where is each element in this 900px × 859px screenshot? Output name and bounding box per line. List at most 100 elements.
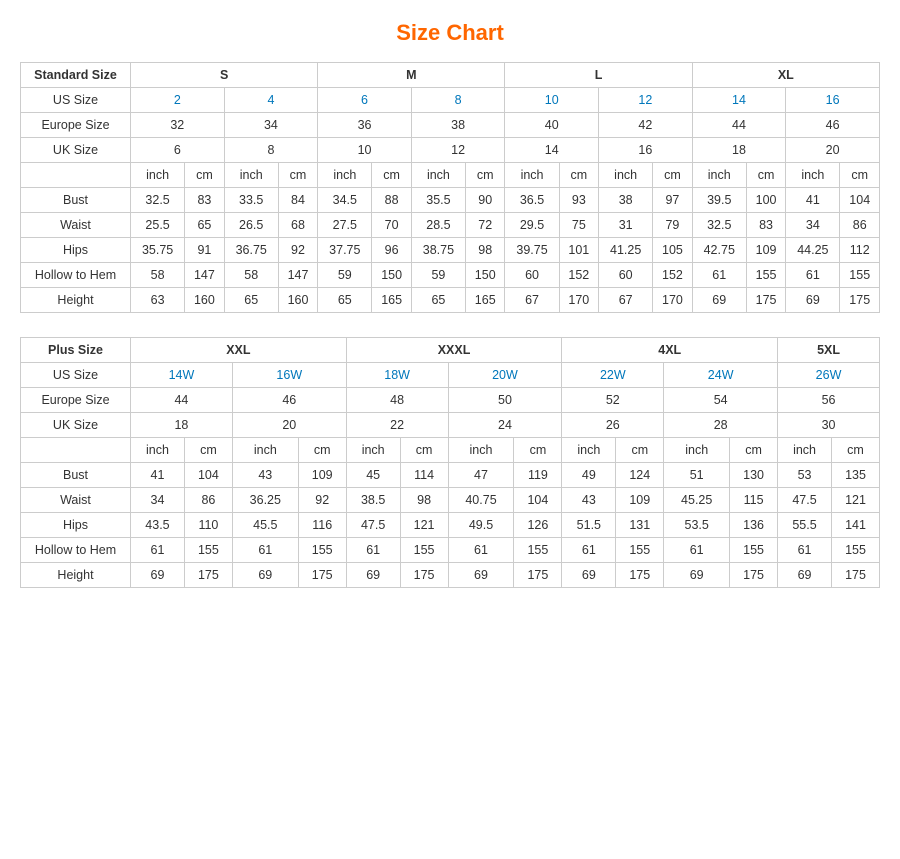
plus-val-4-1: 175 (184, 563, 232, 588)
plus-inch-4: inch (448, 438, 514, 463)
standard-val-0-10: 38 (599, 188, 653, 213)
plus-eu-48: 48 (346, 388, 448, 413)
standard-val-2-14: 44.25 (786, 238, 840, 263)
standard-val-1-0: 25.5 (131, 213, 185, 238)
plus-val-2-6: 49.5 (448, 513, 514, 538)
standard-val-4-14: 69 (786, 288, 840, 313)
standard-val-3-13: 155 (746, 263, 785, 288)
standard-row-label-1: Waist (21, 213, 131, 238)
inch-5: inch (505, 163, 559, 188)
plus-val-1-6: 40.75 (448, 488, 514, 513)
standard-val-4-5: 165 (372, 288, 411, 313)
plus-val-4-6: 69 (448, 563, 514, 588)
standard-val-2-2: 36.75 (224, 238, 278, 263)
standard-val-3-1: 147 (185, 263, 224, 288)
plus-uk-18: 18 (131, 413, 233, 438)
plus-val-2-10: 53.5 (664, 513, 730, 538)
standard-measurements-body: Bust32.58333.58434.58835.59036.593389739… (21, 188, 880, 313)
standard-val-0-0: 32.5 (131, 188, 185, 213)
plus-inch-5: inch (562, 438, 616, 463)
standard-val-1-5: 70 (372, 213, 411, 238)
standard-val-3-11: 152 (653, 263, 692, 288)
standard-val-4-7: 165 (466, 288, 505, 313)
us-size-16: 16 (786, 88, 880, 113)
standard-row-hollow-to-hem: Hollow to Hem581475814759150591506015260… (21, 263, 880, 288)
plus-val-0-13: 135 (832, 463, 880, 488)
uk-size-label: UK Size (21, 138, 131, 163)
plus-europe-size-label: Europe Size (21, 388, 131, 413)
plus-uk-22: 22 (346, 413, 448, 438)
standard-val-1-7: 72 (466, 213, 505, 238)
l-header: L (505, 63, 692, 88)
plus-val-3-9: 155 (616, 538, 664, 563)
plus-uk-30: 30 (778, 413, 880, 438)
standard-val-2-13: 109 (746, 238, 785, 263)
plus-row-label-1: Waist (21, 488, 131, 513)
standard-val-0-5: 88 (372, 188, 411, 213)
standard-val-2-15: 112 (840, 238, 880, 263)
plus-size-section: Plus Size XXL XXXL 4XL 5XL US Size 14W 1… (20, 337, 880, 588)
plus-eu-46: 46 (232, 388, 346, 413)
plus-measurements-body: Bust41104431094511447119491245113053135W… (21, 463, 880, 588)
inch-2: inch (224, 163, 278, 188)
standard-val-0-11: 97 (653, 188, 692, 213)
uk-20: 20 (786, 138, 880, 163)
plus-uk-size-row: UK Size 18 20 22 24 26 28 30 (21, 413, 880, 438)
plus-eu-56: 56 (778, 388, 880, 413)
standard-val-2-10: 41.25 (599, 238, 653, 263)
plus-val-1-7: 104 (514, 488, 562, 513)
standard-val-0-14: 41 (786, 188, 840, 213)
standard-val-3-15: 155 (840, 263, 880, 288)
standard-val-1-2: 26.5 (224, 213, 278, 238)
eu-38: 38 (411, 113, 505, 138)
standard-row-hips: Hips35.759136.759237.759638.759839.75101… (21, 238, 880, 263)
standard-val-0-9: 93 (559, 188, 598, 213)
standard-val-1-15: 86 (840, 213, 880, 238)
plus-inch-1: inch (131, 438, 185, 463)
cm-8: cm (840, 163, 880, 188)
standard-val-3-8: 60 (505, 263, 559, 288)
5xl-header: 5XL (778, 338, 880, 363)
standard-val-2-11: 105 (653, 238, 692, 263)
plus-val-1-2: 36.25 (232, 488, 298, 513)
standard-val-3-0: 58 (131, 263, 185, 288)
plus-row-waist: Waist348636.259238.59840.751044310945.25… (21, 488, 880, 513)
plus-val-4-5: 175 (400, 563, 448, 588)
standard-row-label-0: Bust (21, 188, 131, 213)
standard-us-size-row: US Size 2 4 6 8 10 12 14 16 (21, 88, 880, 113)
standard-val-4-1: 160 (185, 288, 224, 313)
us-size-10: 10 (505, 88, 599, 113)
standard-val-4-11: 170 (653, 288, 692, 313)
plus-unit-header-row: inch cm inch cm inch cm inch cm inch cm … (21, 438, 880, 463)
plus-val-1-1: 86 (184, 488, 232, 513)
standard-val-1-13: 83 (746, 213, 785, 238)
us-size-4: 4 (224, 88, 318, 113)
us-size-14: 14 (692, 88, 786, 113)
standard-val-3-4: 59 (318, 263, 372, 288)
plus-val-4-3: 175 (298, 563, 346, 588)
inch-6: inch (599, 163, 653, 188)
us-size-label: US Size (21, 88, 131, 113)
us-18w: 18W (346, 363, 448, 388)
standard-val-0-3: 84 (278, 188, 317, 213)
plus-val-1-9: 109 (616, 488, 664, 513)
plus-val-1-3: 92 (298, 488, 346, 513)
inch-1: inch (131, 163, 185, 188)
plus-val-4-10: 69 (664, 563, 730, 588)
plus-val-3-11: 155 (730, 538, 778, 563)
eu-36: 36 (318, 113, 412, 138)
plus-row-label-2: Hips (21, 513, 131, 538)
plus-val-2-13: 141 (832, 513, 880, 538)
standard-val-3-14: 61 (786, 263, 840, 288)
plus-val-2-7: 126 (514, 513, 562, 538)
plus-val-3-12: 61 (778, 538, 832, 563)
plus-val-1-12: 47.5 (778, 488, 832, 513)
eu-32: 32 (131, 113, 225, 138)
uk-14: 14 (505, 138, 599, 163)
plus-val-3-3: 155 (298, 538, 346, 563)
plus-val-0-1: 104 (184, 463, 232, 488)
plus-cm-2: cm (298, 438, 346, 463)
standard-val-3-9: 152 (559, 263, 598, 288)
plus-cm-1: cm (184, 438, 232, 463)
standard-val-2-9: 101 (559, 238, 598, 263)
